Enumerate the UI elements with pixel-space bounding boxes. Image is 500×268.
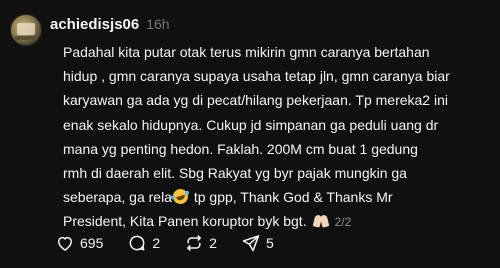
post-line-last: President, Kita Panen koruptor byk bgt. 2… (63, 209, 493, 234)
post-line: mana yg penting hedon. Faklah. 200M cm b… (63, 140, 418, 157)
reply-count: 2 (152, 235, 161, 251)
page-indicator: 2/2 (334, 215, 352, 230)
comment-icon (129, 235, 145, 251)
send-icon (242, 235, 260, 252)
action-bar: 695 2 2 5 (55, 232, 298, 254)
post-text-segment: seberapa, ga rela (63, 189, 172, 206)
like-button[interactable]: 695 (55, 233, 103, 253)
username[interactable]: achiedisjs06 (50, 16, 139, 33)
thread-post: achiedisjs06 16h Padahal kita putar otak… (0, 0, 500, 268)
timestamp[interactable]: 16h (146, 16, 169, 32)
share-button[interactable]: 5 (241, 233, 274, 253)
post-line: enak sekalo hidupnya. Cukup jd simpanan … (63, 116, 439, 133)
reply-button[interactable]: 2 (127, 233, 160, 253)
post-header: achiedisjs06 16h (50, 13, 170, 35)
avatar-detail (15, 36, 37, 40)
repost-icon (187, 235, 202, 251)
share-count: 5 (265, 235, 274, 251)
avatar-image (17, 23, 35, 35)
post-body: Padahal kita putar otak terus mikirin gm… (63, 40, 493, 235)
rolling-on-floor-laughing-icon (171, 187, 190, 207)
post-line: rmh di daerah elit. Sbg Rakyat yg byr pa… (63, 165, 407, 182)
post-text-segment: tp gpp, Thank God & Thanks Mr (189, 189, 393, 206)
post-line: hidup , gmn caranya supaya usaha tetap j… (63, 68, 450, 85)
heart-icon (58, 236, 72, 251)
avatar[interactable] (10, 14, 42, 46)
repost-button[interactable]: 2 (184, 233, 217, 253)
post-line: karyawan ga ada yg di pecat/hilang peker… (63, 92, 448, 109)
post-line-with-emoji: seberapa, ga rela tp gpp, Thank God & Th… (63, 185, 493, 209)
folded-hands-icon (313, 214, 329, 228)
post-text-segment: President, Kita Panen koruptor byk bgt. (63, 213, 307, 230)
post-line: Padahal kita putar otak terus mikirin gm… (63, 44, 430, 60)
repost-count: 2 (209, 235, 217, 251)
like-count: 695 (80, 235, 104, 251)
